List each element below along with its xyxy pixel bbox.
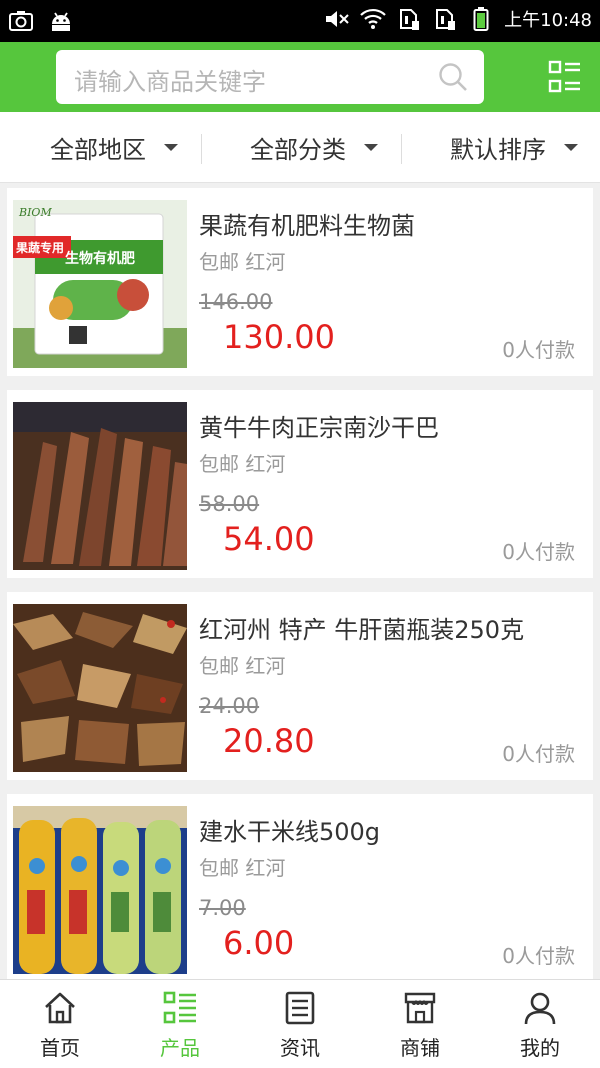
- filter-region[interactable]: 全部地区: [50, 112, 178, 182]
- product-image-brand: BIOM: [18, 206, 52, 219]
- product-image-tag: 果蔬专用: [15, 240, 64, 255]
- product-price: 130.00: [223, 318, 335, 356]
- user-icon: [522, 990, 558, 1026]
- tab-news-label: 资讯: [280, 1036, 320, 1060]
- tab-me[interactable]: 我的: [480, 980, 600, 1068]
- tab-store-label: 商铺: [400, 1036, 440, 1060]
- divider: [401, 134, 402, 164]
- tab-products[interactable]: 产品: [120, 980, 240, 1068]
- chevron-down-icon: [364, 143, 378, 151]
- divider: [201, 134, 202, 164]
- screenshot-icon: [8, 8, 34, 34]
- product-card[interactable]: 黄牛牛肉正宗南沙干巴 包邮 红河 58.00 54.00 0人付款: [7, 390, 593, 578]
- product-paid-count: 0人付款: [502, 540, 575, 564]
- product-price: 6.00: [223, 924, 295, 962]
- product-paid-count: 0人付款: [502, 338, 575, 362]
- sim1-icon: [396, 6, 422, 32]
- product-image: [13, 402, 187, 570]
- products-icon: [162, 990, 198, 1026]
- filter-category[interactable]: 全部分类: [250, 112, 378, 182]
- search-icon[interactable]: [438, 62, 468, 92]
- chevron-down-icon: [164, 143, 178, 151]
- product-location: 包邮 红河: [199, 654, 286, 678]
- list-view-icon[interactable]: [548, 60, 582, 94]
- product-location: 包邮 红河: [199, 856, 286, 880]
- product-location: 包邮 红河: [199, 250, 286, 274]
- wifi-icon: [360, 6, 386, 32]
- product-image: BIOM 果蔬专用 生物有机肥: [13, 200, 187, 368]
- product-title: 果蔬有机肥料生物菌: [199, 212, 415, 240]
- product-card[interactable]: 红河州 特产 牛肝菌瓶装250克 包邮 红河 24.00 20.80 0人付款: [7, 592, 593, 780]
- tab-me-label: 我的: [520, 1036, 560, 1060]
- product-card[interactable]: BIOM 果蔬专用 生物有机肥 果蔬有机肥料生物菌 包邮 红河 146.00 1…: [7, 188, 593, 376]
- home-icon: [42, 990, 78, 1026]
- battery-icon: [468, 6, 494, 32]
- bottom-tab-bar: 首页 产品 资讯 商铺 我的: [0, 979, 600, 1068]
- filter-sort-label: 默认排序: [450, 135, 546, 164]
- search-box[interactable]: 请输入商品关键字: [56, 50, 484, 104]
- top-bar: 请输入商品关键字: [0, 42, 600, 112]
- tab-news[interactable]: 资讯: [240, 980, 360, 1068]
- status-time: 上午10:48: [504, 10, 592, 31]
- product-old-price: 58.00: [199, 492, 260, 516]
- product-price: 54.00: [223, 520, 315, 558]
- tab-home[interactable]: 首页: [0, 980, 120, 1068]
- android-icon: [48, 8, 74, 34]
- product-price: 20.80: [223, 722, 315, 760]
- product-old-price: 7.00: [199, 896, 246, 920]
- product-old-price: 146.00: [199, 290, 273, 314]
- product-image-name: 生物有机肥: [65, 250, 135, 267]
- product-paid-count: 0人付款: [502, 944, 575, 968]
- product-paid-count: 0人付款: [502, 742, 575, 766]
- product-title: 建水干米线500g: [199, 818, 381, 846]
- tab-home-label: 首页: [40, 1036, 80, 1060]
- store-icon: [402, 990, 438, 1026]
- chevron-down-icon: [564, 143, 578, 151]
- product-title: 红河州 特产 牛肝菌瓶装250克: [199, 616, 525, 644]
- tab-products-label: 产品: [160, 1036, 200, 1060]
- news-icon: [282, 990, 318, 1026]
- product-card[interactable]: 建水干米线500g 包邮 红河 7.00 6.00 0人付款: [7, 794, 593, 982]
- product-title: 黄牛牛肉正宗南沙干巴: [199, 414, 439, 442]
- product-image: [13, 604, 187, 772]
- filter-bar: 全部地区 全部分类 默认排序: [0, 112, 600, 183]
- search-input[interactable]: 请输入商品关键字: [74, 62, 266, 97]
- filter-category-label: 全部分类: [250, 135, 346, 164]
- sim2-icon: [432, 6, 458, 32]
- product-location: 包邮 红河: [199, 452, 286, 476]
- filter-region-label: 全部地区: [50, 135, 146, 164]
- status-bar: 上午10:48: [0, 0, 600, 42]
- mute-icon: [324, 6, 350, 32]
- tab-store[interactable]: 商铺: [360, 980, 480, 1068]
- product-image: [13, 806, 187, 974]
- product-old-price: 24.00: [199, 694, 260, 718]
- filter-sort[interactable]: 默认排序: [450, 112, 578, 182]
